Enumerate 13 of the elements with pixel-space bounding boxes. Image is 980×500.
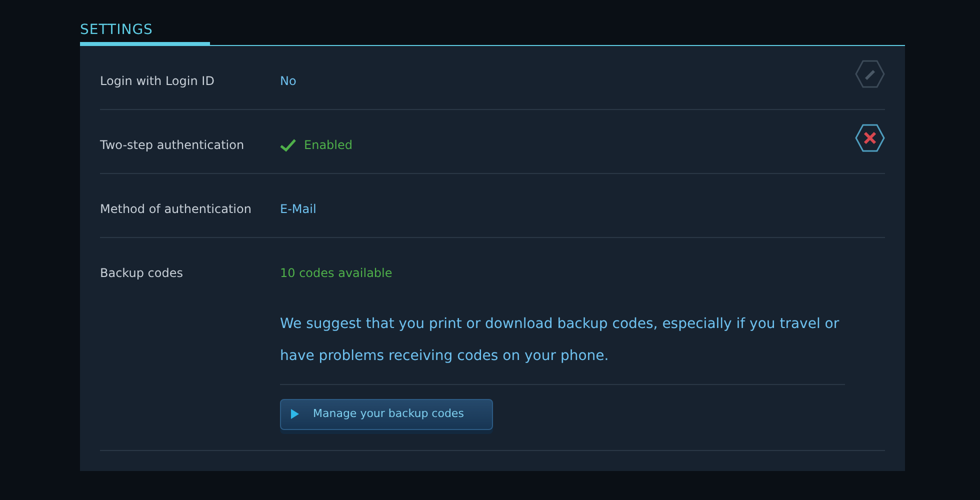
setting-label: Backup codes [100,265,184,282]
setting-label: Two-step authentication [100,137,246,154]
section-title: SETTINGS [80,21,153,40]
setting-value: E-Mail [280,202,316,216]
play-icon [291,409,299,420]
info-text: We suggest that you print or download backup codes, especially if you travel or have problems receiving codes on your phone. [280,308,845,385]
setting-label: Login with Login ID [100,73,216,90]
setting-label: Method of authentication [100,201,252,218]
check-icon [280,138,296,152]
close-icon[interactable] [855,124,885,152]
status-text: 10 codes available [280,266,392,280]
status-text: Enabled [304,137,352,154]
setting-value: No [280,74,296,88]
